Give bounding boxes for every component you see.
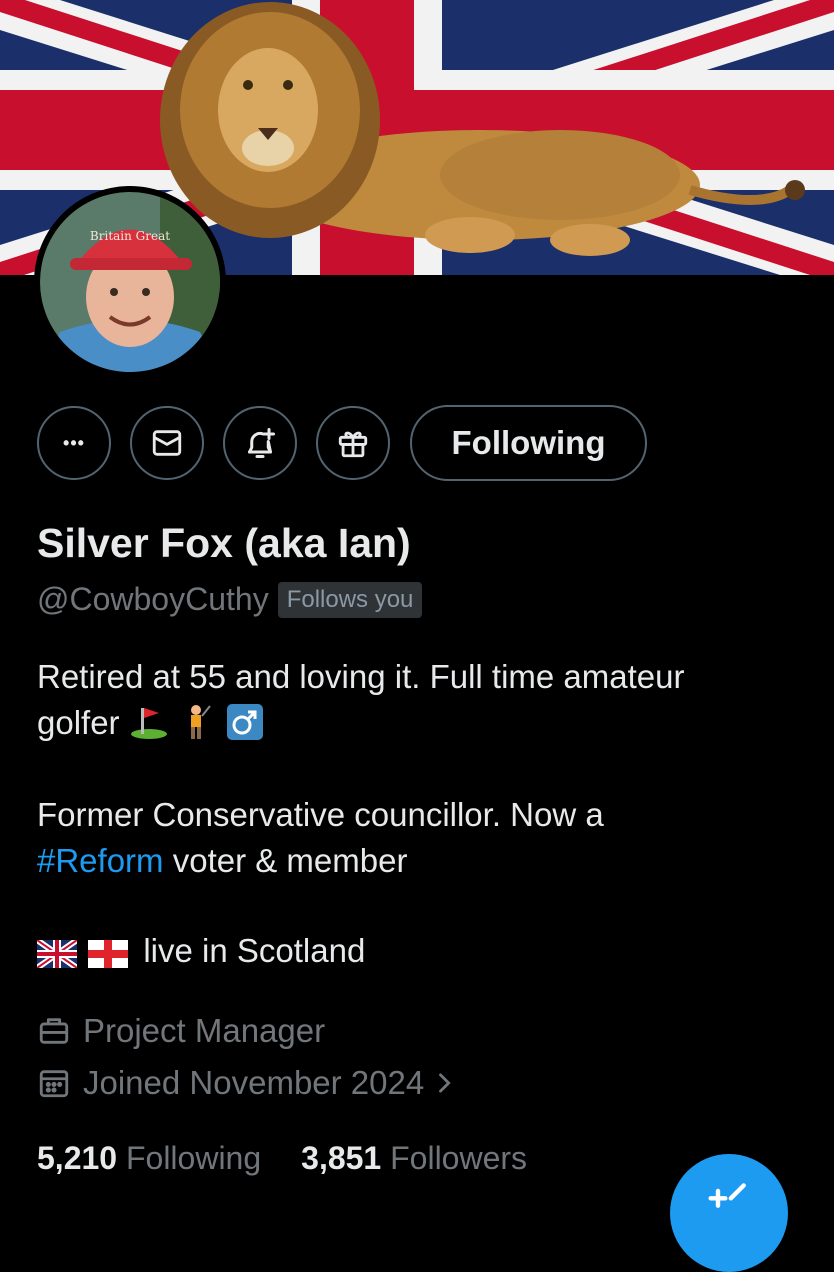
handle-row: @CowboyCuthy Follows you	[37, 581, 423, 618]
golfer-icon	[190, 705, 211, 739]
bio-line-1a: Retired at 55 and loving it. Full time a…	[37, 658, 685, 695]
bio-line-2a: Former Conservative councillor. Now a	[37, 796, 604, 833]
hashtag-link[interactable]: #Reform	[37, 842, 164, 879]
england-flag-icon	[88, 940, 129, 968]
more-button[interactable]: •••	[37, 406, 111, 480]
bio-line-2b-row: #Reform voter & member	[37, 838, 817, 884]
followers-label: Followers	[390, 1140, 528, 1176]
calendar-icon	[39, 1070, 69, 1098]
avatar[interactable]: Britain Great	[34, 186, 226, 378]
notify-button[interactable]	[223, 406, 297, 480]
display-name: Silver Fox (aka Ian)	[37, 520, 411, 566]
following-count: 5,210	[37, 1140, 118, 1176]
compose-button[interactable]	[670, 1154, 788, 1272]
joined-row[interactable]: Joined November 2024	[37, 1064, 470, 1102]
uk-flag-icon	[37, 940, 77, 968]
gift-icon	[338, 431, 368, 458]
bio-line-3-row: live in Scotland	[37, 928, 817, 974]
profile-actions: ••• Following	[37, 405, 647, 481]
bio-line-1b: golfer	[37, 704, 120, 741]
bio-line-2b: voter & member	[163, 842, 408, 879]
follow-stats: 5,210 Following 3,851 Followers	[37, 1140, 527, 1177]
followers-count: 3,851	[301, 1140, 382, 1176]
following-button[interactable]: Following	[410, 405, 647, 481]
message-icon	[152, 430, 182, 456]
job-row: Project Manager	[37, 1012, 325, 1050]
briefcase-icon	[39, 1018, 69, 1044]
bio-line-3: live in Scotland	[143, 932, 366, 969]
compose-icon	[708, 1183, 746, 1208]
joined-date: Joined November 2024	[83, 1064, 425, 1101]
following-stat[interactable]: 5,210 Following	[37, 1140, 261, 1176]
golf-flag-icon	[130, 708, 167, 739]
followers-stat[interactable]: 3,851 Followers	[301, 1140, 527, 1176]
follows-you-badge: Follows you	[277, 581, 423, 618]
cap-text: Britain Great	[90, 229, 170, 243]
following-label: Following	[125, 1140, 262, 1176]
message-button[interactable]	[130, 406, 204, 480]
bio-line-1b-row: golfer	[37, 700, 817, 746]
chevron-right-icon	[439, 1073, 451, 1093]
bio: Retired at 55 and loving it. Full time a…	[37, 654, 817, 974]
more-icon: •••	[63, 432, 85, 453]
notify-icon	[248, 428, 275, 458]
handle: @CowboyCuthy	[37, 581, 269, 617]
gift-button[interactable]	[316, 406, 390, 480]
job-title: Project Manager	[83, 1012, 326, 1049]
male-sign-icon	[227, 704, 264, 740]
